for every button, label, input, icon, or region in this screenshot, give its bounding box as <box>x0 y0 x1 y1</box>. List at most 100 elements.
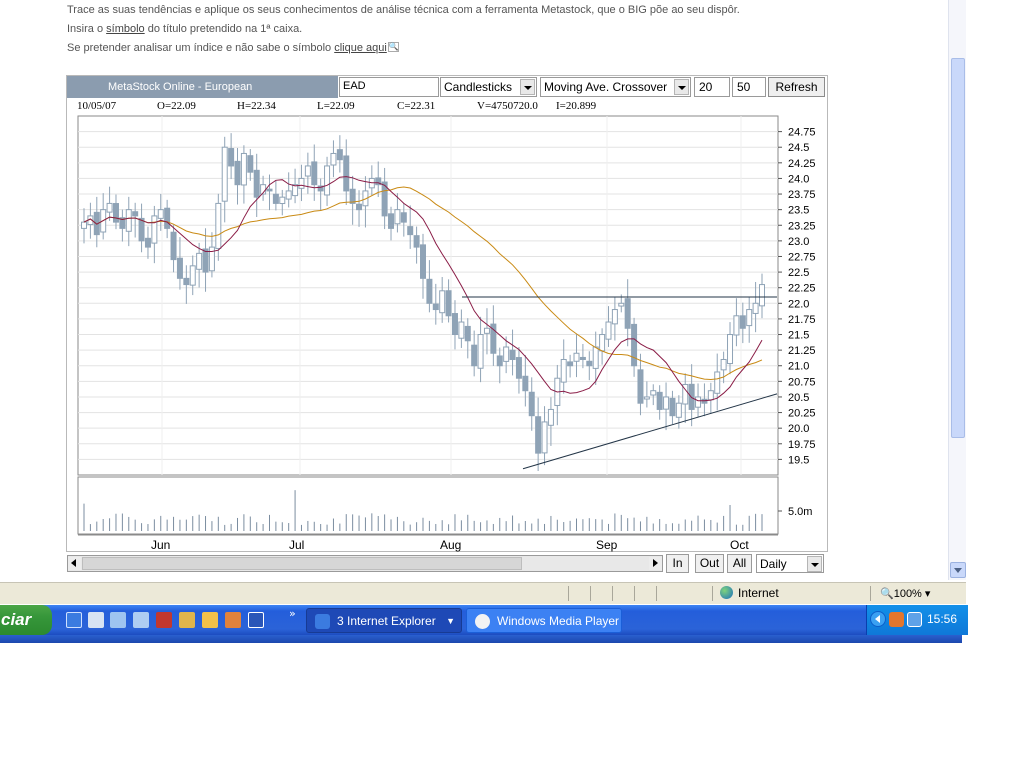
y-tick-label: 21.5 <box>788 330 809 342</box>
taskbar-lower-strip <box>0 635 962 643</box>
y-tick-label: 23.0 <box>788 236 809 248</box>
candle-body <box>643 396 650 400</box>
start-button[interactable]: ciar <box>0 605 52 635</box>
candle-body <box>605 321 612 340</box>
folder-icon[interactable] <box>202 612 218 628</box>
candle-body <box>176 257 183 279</box>
y-tick-label: 20.5 <box>788 392 809 404</box>
zoom-control[interactable]: 🔍100% ▾ <box>880 587 930 600</box>
candle-body <box>336 149 343 161</box>
candle-body <box>727 334 734 365</box>
outlook-icon[interactable] <box>110 612 126 628</box>
messenger-icon[interactable] <box>133 612 149 628</box>
user-icon[interactable] <box>179 612 195 628</box>
candle-body <box>151 215 158 244</box>
intro-line-2-post: do título pretendido na 1ª caixa. <box>144 23 303 35</box>
y-tick-label: 24.0 <box>788 173 809 185</box>
candle-body <box>656 391 663 410</box>
candle-body <box>611 309 618 325</box>
candle-body <box>106 202 113 213</box>
show-all-button[interactable]: All <box>727 554 752 573</box>
zoom-in-button[interactable]: In <box>666 554 689 573</box>
candle-body <box>234 160 241 186</box>
scroll-right-icon[interactable] <box>649 557 662 570</box>
intro-line-1: Trace as suas tendências e aplique os se… <box>67 4 740 16</box>
task-internet-explorer[interactable]: 3 Internet Explorer ▼ <box>306 608 462 633</box>
candle-body <box>157 209 164 219</box>
candle-body <box>483 327 490 334</box>
candle-body <box>579 356 586 360</box>
page-scroll-thumb[interactable] <box>951 58 965 438</box>
metastock-panel: MetaStock Online - European EAD Candlest… <box>66 75 829 573</box>
candle-body <box>228 148 235 167</box>
candle-body <box>746 309 753 327</box>
candle-body <box>464 325 471 342</box>
candle-body <box>279 196 286 205</box>
interval-value: Daily <box>760 557 787 571</box>
scroll-thumb[interactable] <box>82 557 522 570</box>
candle-body <box>458 321 465 339</box>
candle-body <box>196 252 203 270</box>
candle-body <box>432 303 439 311</box>
status-divider <box>634 586 635 601</box>
desktop-icon[interactable] <box>88 612 104 628</box>
network-icon[interactable] <box>907 612 922 627</box>
y-tick-label: 19.75 <box>788 439 816 451</box>
chart-scrollbar[interactable] <box>67 555 663 572</box>
y-tick-label: 23.5 <box>788 205 809 217</box>
scroll-left-icon[interactable] <box>68 557 81 570</box>
status-divider <box>612 586 613 601</box>
candle-body <box>343 155 350 192</box>
candle-body <box>720 358 727 371</box>
page-scrollbar[interactable] <box>948 0 966 580</box>
task-label: 3 Internet Explorer <box>337 614 436 628</box>
candle-body <box>618 302 625 307</box>
task-windows-media-player[interactable]: Windows Media Player <box>466 608 622 633</box>
zoom-out-button[interactable]: Out <box>695 554 724 573</box>
y-tick-label: 23.75 <box>788 189 816 201</box>
y-tick-label: 21.75 <box>788 314 816 326</box>
intro-line-3: Se pretender analisar um índice e não sa… <box>67 42 399 54</box>
y-tick-label: 22.75 <box>788 251 816 263</box>
clock[interactable]: 15:56 <box>927 612 957 626</box>
chevron-right-icon[interactable]: » <box>289 607 296 620</box>
status-divider <box>870 586 871 601</box>
candle-body <box>285 190 292 200</box>
chevron-left-icon[interactable] <box>870 611 886 627</box>
candle-body <box>445 290 452 317</box>
word-icon[interactable] <box>248 612 264 628</box>
y-tick-label: 20.0 <box>788 423 809 435</box>
firefox-icon[interactable] <box>225 612 241 628</box>
index-link[interactable]: clique aqui <box>334 42 387 54</box>
candle-body <box>701 398 708 404</box>
price-chart[interactable]: 24.75 24.5 24.25 24.0 23.75 23.5 23.25 23.0 22.7… <box>67 76 829 553</box>
status-bar: Internet 🔍100% ▾ <box>0 582 966 604</box>
candle-body <box>125 209 132 232</box>
candle-body <box>356 203 363 211</box>
interval-select[interactable]: Daily <box>756 554 824 573</box>
candle-body <box>592 346 599 369</box>
status-divider <box>656 586 657 601</box>
candle-body <box>695 396 702 408</box>
app-icon[interactable] <box>156 612 172 628</box>
chevron-down-icon[interactable] <box>807 556 822 572</box>
candle-body <box>304 165 311 177</box>
system-tray: 15:56 <box>866 605 968 635</box>
candle-body <box>733 315 740 336</box>
tray-app-icon[interactable] <box>889 612 904 627</box>
candle-body <box>547 408 554 426</box>
status-divider <box>568 586 569 601</box>
taskbar: ciar » 3 Internet Explorer ▼ Windows Med… <box>0 605 968 635</box>
magnifier-icon[interactable]: 🔍 <box>387 42 399 52</box>
ie-icon[interactable] <box>66 612 82 628</box>
symbol-link[interactable]: símbolo <box>106 23 145 35</box>
candle-body <box>400 212 407 223</box>
candle-body <box>81 221 87 229</box>
scroll-down-icon[interactable] <box>950 562 966 578</box>
candle-body <box>477 334 484 369</box>
candle-body <box>112 203 119 223</box>
candle-body <box>247 155 254 173</box>
candle-body <box>253 169 260 198</box>
candle-body <box>663 396 670 410</box>
candle-body <box>739 315 746 329</box>
